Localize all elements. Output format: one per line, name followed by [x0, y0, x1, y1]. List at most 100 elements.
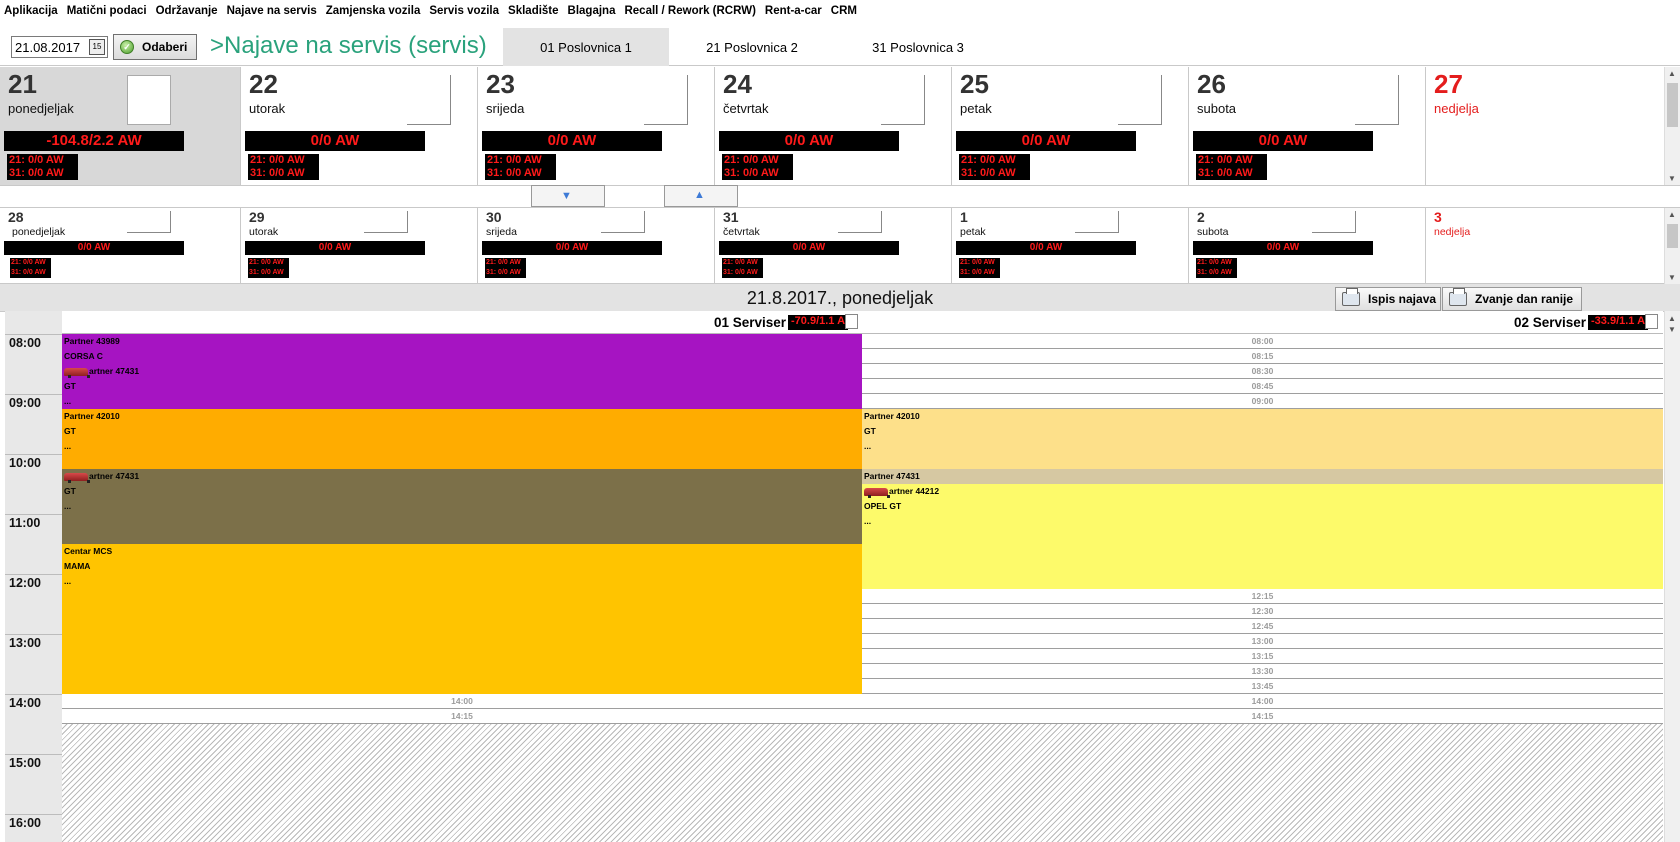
- aw-branch-31: 31: 0/0 AW: [722, 167, 793, 180]
- free-slot[interactable]: 13:00: [862, 634, 1663, 649]
- free-slot[interactable]: 14:15: [62, 709, 862, 724]
- menu-zamjenska-vozila[interactable]: Zamjenska vozila: [326, 5, 421, 17]
- menu-odrzavanje[interactable]: Održavanje: [156, 5, 218, 17]
- day-name: ponedjeljak: [8, 101, 74, 116]
- day-cell-30[interactable]: 30 srijeda 0/0 AW 21: 0/0 AW 31: 0/0 AW: [478, 208, 715, 284]
- appointment-block[interactable]: Partner 43989 CORSA C artner 47431 GT ..…: [62, 334, 862, 409]
- day-cell-24[interactable]: 24 četvrtak 0/0 AW 21: 0/0 AW 31: 0/0 AW: [715, 67, 952, 185]
- menu-servis-vozila[interactable]: Servis vozila: [429, 5, 499, 17]
- day-cell-29[interactable]: 29 utorak 0/0 AW 21: 0/0 AW 31: 0/0 AW: [241, 208, 478, 284]
- scroll-down-icon[interactable]: ▼: [1668, 325, 1676, 334]
- day-cell-2[interactable]: 2 subota 0/0 AW 21: 0/0 AW 31: 0/0 AW: [1189, 208, 1426, 284]
- scroll-up-icon[interactable]: ▲: [1668, 314, 1676, 323]
- appointment-block[interactable]: Centar MCS MAMA ...: [62, 544, 862, 694]
- serviser-aw: -33.9/1.1 A: [1588, 315, 1649, 330]
- day-cell-28[interactable]: 28 ponedjeljak 0/0 AW 21: 0/0 AW 31: 0/0…: [0, 208, 241, 284]
- hour-label: 09:00: [9, 396, 41, 410]
- free-slot[interactable]: 12:15: [862, 589, 1663, 604]
- aw-branch-21: 21: 0/0 AW: [722, 154, 793, 167]
- day-number: 25: [960, 69, 989, 99]
- appointment-block[interactable]: artner 47431 GT ...: [62, 469, 862, 544]
- gridline: [5, 634, 62, 635]
- aw-branch-21: 21: 0/0 AW: [7, 154, 78, 167]
- free-slot[interactable]: 13:45: [862, 679, 1663, 694]
- select-button[interactable]: ✓ Odaberi: [113, 34, 197, 60]
- scroll-up-icon[interactable]: ▲: [1668, 69, 1676, 78]
- free-slot[interactable]: 12:45: [862, 619, 1663, 634]
- free-slot[interactable]: 08:00: [862, 334, 1663, 349]
- menu-blagajna[interactable]: Blagajna: [568, 5, 616, 17]
- day-number: 31: [723, 209, 739, 225]
- day-cell-1[interactable]: 1 petak 0/0 AW 21: 0/0 AW 31: 0/0 AW: [952, 208, 1189, 284]
- menu-recall-rework[interactable]: Recall / Rework (RCRW): [624, 5, 755, 17]
- day-number: 21: [8, 69, 37, 99]
- print-announcements-button[interactable]: Ispis najava: [1335, 287, 1441, 311]
- menu-aplikacija[interactable]: Aplikacija: [4, 5, 58, 17]
- call-day-before-button[interactable]: Zvanje dan ranije: [1442, 287, 1582, 311]
- aw-branch-31: 31: 0/0 AW: [485, 268, 526, 278]
- free-slot[interactable]: 08:45: [862, 379, 1663, 394]
- menu-skladiste[interactable]: Skladište: [508, 5, 559, 17]
- scroll-down-icon[interactable]: ▼: [1668, 174, 1676, 183]
- scroll-thumb[interactable]: [1667, 83, 1678, 127]
- scroll-up-icon[interactable]: ▲: [1668, 210, 1676, 219]
- scroll-down-icon[interactable]: ▼: [1668, 273, 1676, 282]
- appointment-block[interactable]: Partner 42010 GT ...: [62, 409, 862, 469]
- aw-total-bar: 0/0 AW: [956, 131, 1136, 151]
- appointment-block[interactable]: Partner 42010 GT ...: [862, 409, 1663, 469]
- day-cell-26[interactable]: 26 subota 0/0 AW 21: 0/0 AW 31: 0/0 AW: [1189, 67, 1426, 185]
- menu-najave-na-servis[interactable]: Najave na servis: [227, 5, 317, 17]
- day-cell-22[interactable]: 22 utorak 0/0 AW 21: 0/0 AW 31: 0/0 AW: [241, 67, 478, 185]
- day-note-box: [644, 75, 688, 125]
- prev-week-button[interactable]: ▲: [664, 185, 738, 207]
- serviser-checkbox[interactable]: [1645, 314, 1658, 329]
- day-cell-31[interactable]: 31 četvrtak 0/0 AW 21: 0/0 AW 31: 0/0 AW: [715, 208, 952, 284]
- menu-rent-a-car[interactable]: Rent-a-car: [765, 5, 822, 17]
- free-slot[interactable]: 14:00: [62, 694, 862, 709]
- calendar-icon[interactable]: 15: [89, 39, 105, 55]
- tab-poslovnica-3[interactable]: 31 Poslovnica 3: [835, 28, 1001, 66]
- tab-poslovnica-1[interactable]: 01 Poslovnica 1: [503, 28, 669, 66]
- appointment-block[interactable]: artner 44212 OPEL GT ...: [862, 484, 1663, 589]
- day-note-box: [601, 211, 645, 233]
- day-cell-25[interactable]: 25 petak 0/0 AW 21: 0/0 AW 31: 0/0 AW: [952, 67, 1189, 185]
- schedule-scrollbar[interactable]: ▲ ▼: [1664, 311, 1680, 842]
- day-name: petak: [960, 101, 992, 116]
- gridline: [5, 574, 62, 575]
- tab-poslovnica-2[interactable]: 21 Poslovnica 2: [669, 28, 835, 66]
- next-week-button[interactable]: ▼: [531, 185, 605, 207]
- day-number: 3: [1434, 209, 1442, 225]
- free-slot[interactable]: 08:15: [862, 349, 1663, 364]
- week-row-2: 28 ponedjeljak 0/0 AW 21: 0/0 AW 31: 0/0…: [0, 207, 1680, 284]
- scroll-thumb[interactable]: [1667, 224, 1678, 248]
- free-slot[interactable]: 13:30: [862, 664, 1663, 679]
- menu-maticni-podaci[interactable]: Matični podaci: [67, 5, 147, 17]
- appointment-partner: Partner 42010: [64, 411, 120, 421]
- aw-total-bar: 0/0 AW: [719, 241, 899, 255]
- free-slot[interactable]: 13:15: [862, 649, 1663, 664]
- day-number: 30: [486, 209, 502, 225]
- day-number: 28: [8, 209, 24, 225]
- free-slot[interactable]: 12:30: [862, 604, 1663, 619]
- week2-scrollbar[interactable]: ▲ ▼: [1664, 208, 1680, 284]
- appointment-partner: Partner 42010: [864, 411, 920, 421]
- day-cell-27[interactable]: 27 nedjelja: [1426, 67, 1663, 185]
- free-slot[interactable]: 14:00: [862, 694, 1663, 709]
- serviser-checkbox[interactable]: [845, 314, 858, 329]
- day-note-box: [838, 211, 882, 233]
- aw-branch-31: 31: 0/0 AW: [722, 268, 763, 278]
- appointment-block[interactable]: Partner 47431: [862, 469, 1663, 484]
- aw-branch-21: 21: 0/0 AW: [959, 258, 1000, 268]
- free-slot[interactable]: 09:00: [862, 394, 1663, 409]
- day-number: 24: [723, 69, 752, 99]
- free-slot[interactable]: 08:30: [862, 364, 1663, 379]
- gridline: [5, 334, 62, 335]
- free-slot[interactable]: 14:15: [862, 709, 1663, 724]
- menu-crm[interactable]: CRM: [831, 5, 857, 17]
- aw-branch-21: 21: 0/0 AW: [959, 154, 1030, 167]
- day-cell-23[interactable]: 23 srijeda 0/0 AW 21: 0/0 AW 31: 0/0 AW: [478, 67, 715, 185]
- week1-scrollbar[interactable]: ▲ ▼: [1664, 67, 1680, 185]
- day-cell-3[interactable]: 3 nedjelja: [1426, 208, 1663, 284]
- day-cell-21[interactable]: 21 ponedjeljak -104.8/2.2 AW 21: 0/0 AW …: [0, 67, 241, 185]
- aw-total-bar: 0/0 AW: [719, 131, 899, 151]
